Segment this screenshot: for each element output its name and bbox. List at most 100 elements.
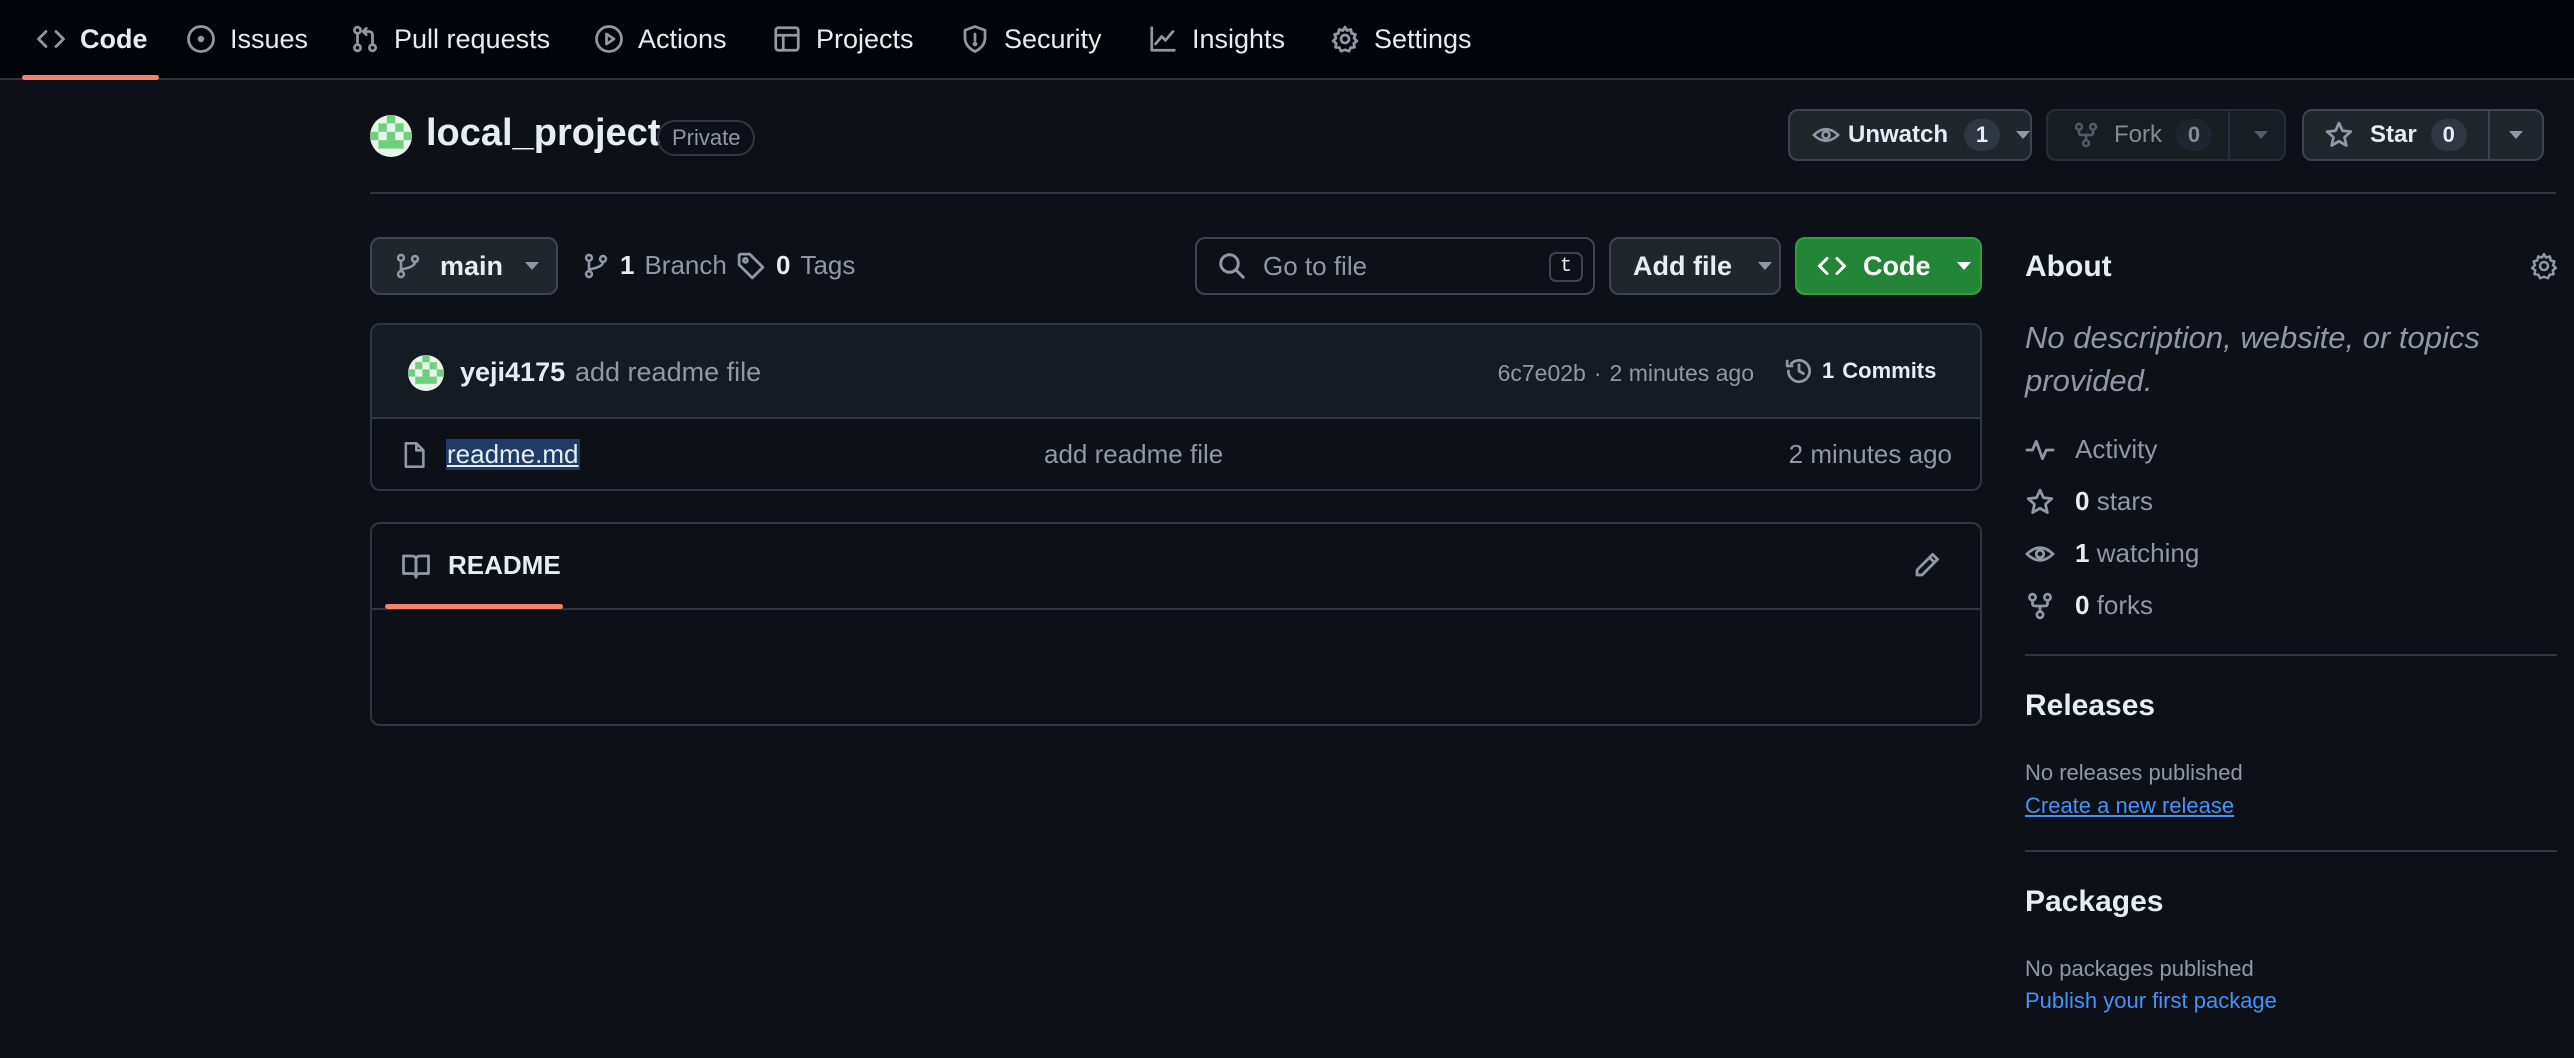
search-icon: [1219, 253, 1245, 279]
identicon-icon: [370, 115, 412, 153]
watchers-link[interactable]: 1 watching: [2025, 538, 2199, 569]
git-pull-request-icon: [353, 25, 377, 53]
tab-code[interactable]: Code: [36, 0, 148, 78]
tab-projects[interactable]: Projects: [772, 0, 914, 78]
owner-avatar[interactable]: [370, 115, 412, 157]
tab-label: Settings: [1374, 23, 1472, 54]
forks-label: forks: [2096, 590, 2154, 620]
repo-name[interactable]: local_project: [426, 112, 660, 155]
readme-header: README: [372, 524, 1980, 610]
commit-time: 2 minutes ago: [1609, 360, 1754, 386]
commits-label: Commits: [1842, 358, 1937, 383]
forks-count: 0: [2075, 590, 2090, 620]
chevron-down-icon[interactable]: [2254, 131, 2268, 139]
branch-name: main: [440, 250, 504, 281]
file-browser: yeji4175 add readme file 6c7e02b · 2 min…: [370, 323, 1982, 491]
add-file-button[interactable]: Add file: [1609, 237, 1781, 295]
watching-count: 1: [2075, 538, 2090, 568]
pencil-icon[interactable]: [1912, 550, 1942, 580]
forks-link[interactable]: 0 forks: [2025, 590, 2153, 621]
tab-security[interactable]: Security: [960, 0, 1102, 78]
stars-count: 0: [2075, 486, 2090, 516]
book-icon: [402, 554, 430, 579]
tab-label: Insights: [1192, 23, 1286, 54]
file-name-link[interactable]: readme.md: [446, 439, 580, 470]
watch-count: 1: [1964, 119, 2000, 151]
visibility-badge: Private: [657, 120, 756, 156]
commit-message[interactable]: add readme file: [575, 357, 761, 388]
unwatch-button[interactable]: Unwatch 1: [1788, 109, 2032, 161]
commit-hash[interactable]: 6c7e02b: [1498, 360, 1586, 387]
header-divider: [370, 192, 2556, 194]
identicon-icon: [408, 355, 444, 388]
chevron-down-icon: [2016, 131, 2030, 139]
tab-insights[interactable]: Insights: [1148, 0, 1285, 78]
publish-package-link[interactable]: Publish your first package: [2025, 988, 2277, 1014]
packages-heading[interactable]: Packages: [2025, 885, 2163, 919]
git-branch-icon: [584, 253, 608, 278]
chevron-down-icon: [1956, 262, 1971, 270]
tab-settings[interactable]: Settings: [1330, 0, 1472, 78]
tab-pull-requests[interactable]: Pull requests: [350, 0, 550, 78]
create-release-link[interactable]: Create a new release: [2025, 793, 2234, 819]
file-commit-time: 2 minutes ago: [1788, 439, 1952, 469]
branch-select-button[interactable]: main: [370, 237, 558, 295]
tag-icon: [737, 252, 765, 279]
latest-commit-row: yeji4175 add readme file 6c7e02b · 2 min…: [372, 325, 1980, 419]
table-row[interactable]: readme.md add readme file 2 minutes ago: [372, 419, 1980, 489]
sidebar-divider: [2025, 850, 2557, 852]
tag-count: 0: [776, 250, 791, 280]
repo-forked-icon: [2028, 592, 2052, 619]
active-tab-indicator: [22, 75, 159, 80]
chevron-down-icon: [1758, 262, 1772, 270]
stars-link[interactable]: 0 stars: [2025, 486, 2153, 517]
branch-count: 1: [620, 250, 635, 280]
tab-label: Code: [80, 23, 148, 54]
branches-link[interactable]: 1 Branch: [582, 250, 727, 281]
readme-panel: README: [370, 522, 1982, 726]
pulse-icon: [2025, 439, 2055, 460]
code-icon: [37, 30, 65, 48]
button-divider: [2228, 111, 2230, 159]
unwatch-label: Unwatch: [1847, 121, 1948, 148]
commits-history-link[interactable]: 1 Commits: [1784, 356, 1936, 386]
repo-nav: Code Issues Pull requests Actions Projec…: [0, 0, 2574, 80]
gear-icon[interactable]: [2529, 251, 2559, 281]
play-icon: [595, 25, 623, 53]
star-label: Star: [2370, 121, 2417, 148]
code-button[interactable]: Code: [1795, 237, 1982, 295]
activity-link[interactable]: Activity: [2025, 434, 2157, 465]
tag-label: Tags: [800, 250, 856, 280]
branch-label: Branch: [644, 250, 727, 280]
readme-tab[interactable]: README: [400, 550, 561, 581]
search-input[interactable]: [1263, 250, 1553, 282]
about-heading: About: [2025, 250, 2112, 283]
fork-count: 0: [2176, 119, 2212, 151]
watching-label: watching: [2096, 538, 2200, 568]
meta-separator: ·: [1593, 360, 1602, 386]
go-to-file-search[interactable]: t: [1195, 237, 1595, 295]
commits-count: 1: [1822, 358, 1835, 383]
star-button[interactable]: Star 0: [2302, 109, 2544, 161]
keyboard-shortcut-hint: t: [1549, 252, 1583, 282]
fork-button[interactable]: Fork 0: [2046, 109, 2286, 161]
table-icon: [774, 26, 800, 52]
tab-label: Projects: [816, 23, 914, 54]
activity-label: Activity: [2075, 434, 2158, 464]
graph-icon: [1150, 26, 1176, 52]
star-icon: [2325, 121, 2353, 147]
chevron-down-icon[interactable]: [2508, 131, 2523, 139]
tags-link[interactable]: 0 Tags: [736, 250, 855, 281]
commit-author-avatar[interactable]: [408, 355, 444, 391]
button-divider: [2488, 111, 2490, 159]
fork-label: Fork: [2114, 121, 2162, 148]
releases-heading[interactable]: Releases: [2025, 689, 2155, 723]
tab-label: Actions: [638, 23, 727, 54]
star-count: 0: [2430, 119, 2467, 151]
eye-icon: [1812, 127, 1840, 143]
repo-forked-icon: [2074, 122, 2098, 148]
commit-author[interactable]: yeji4175: [460, 357, 565, 388]
tab-actions[interactable]: Actions: [594, 0, 727, 78]
tab-issues[interactable]: Issues: [186, 0, 308, 78]
file-commit-message[interactable]: add readme file: [1044, 439, 1223, 470]
